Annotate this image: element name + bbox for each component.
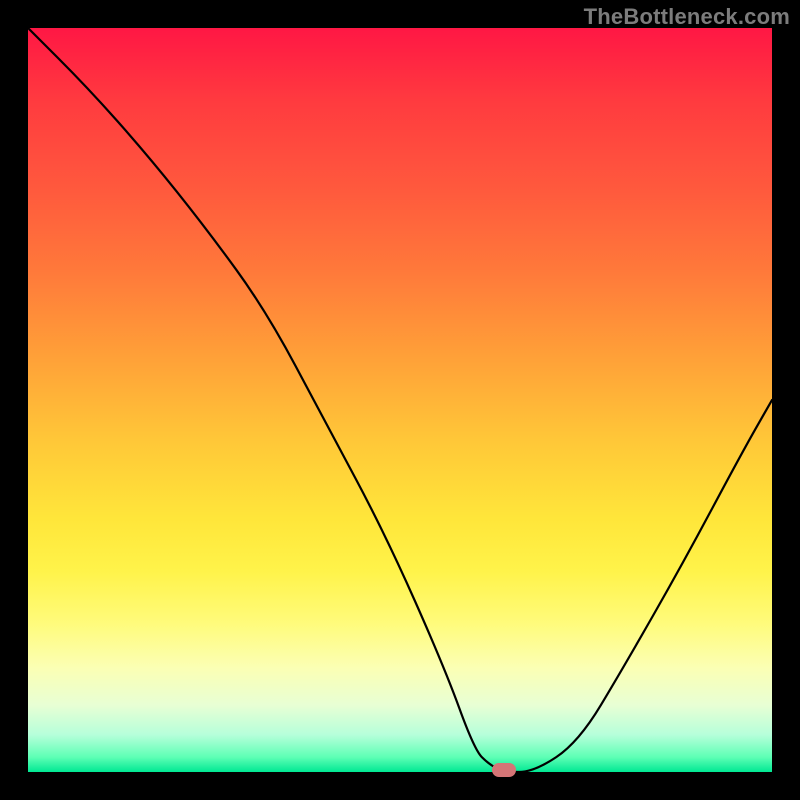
optimal-point-marker xyxy=(492,763,516,777)
chart-frame: TheBottleneck.com xyxy=(0,0,800,800)
watermark-text: TheBottleneck.com xyxy=(584,4,790,30)
bottleneck-curve-path xyxy=(28,28,772,772)
bottleneck-curve xyxy=(28,28,772,772)
chart-plot-area xyxy=(28,28,772,772)
